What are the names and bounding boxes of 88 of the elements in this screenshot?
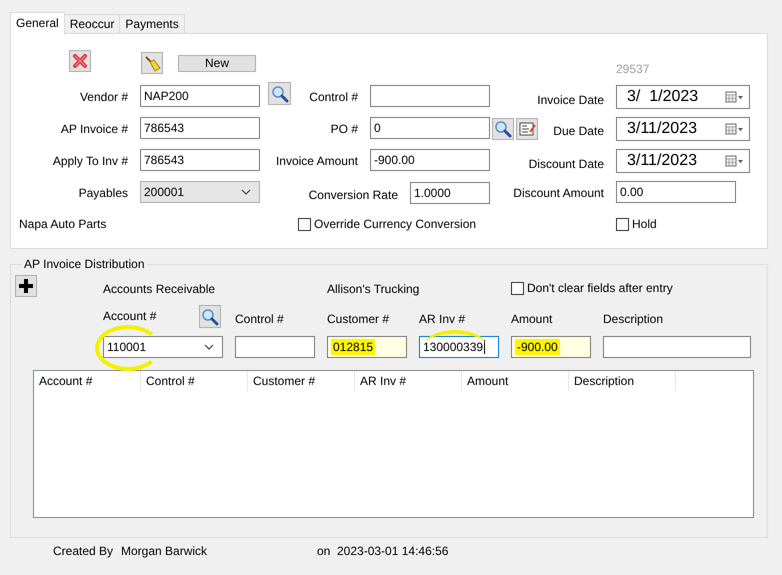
field-value: -900.00 — [515, 339, 560, 355]
field-label: Discount Amount — [513, 186, 605, 200]
input-field[interactable]: 130000339 — [419, 336, 499, 358]
input-field[interactable]: 0.00 — [616, 181, 736, 203]
field-label: Payables — [78, 186, 128, 200]
input-field[interactable]: -900.00 — [511, 336, 591, 358]
input-field[interactable] — [235, 336, 315, 358]
input-field[interactable] — [603, 336, 751, 358]
calendar-dropdown-icon — [725, 123, 743, 135]
field-label: Invoice Amount — [276, 154, 359, 168]
vendor-name: Napa Auto Parts — [18, 217, 108, 231]
input-field[interactable]: 012815 — [327, 336, 407, 358]
calendar-dropdown-icon — [725, 91, 743, 103]
checkbox-label: Override Currency Conversion — [314, 217, 476, 231]
dropdown-value: 200001 — [144, 185, 184, 199]
checkbox[interactable] — [616, 218, 629, 230]
column-label: Account # — [103, 308, 156, 322]
checkbox-label: Don't clear fields after entry — [527, 281, 673, 295]
input-field[interactable] — [370, 85, 490, 107]
checkbox[interactable] — [511, 282, 524, 294]
field-label: Control # — [309, 90, 358, 104]
creator-name: Morgan Barwick — [121, 544, 208, 558]
checkbox-label: Hold — [632, 217, 657, 231]
column-label: Control # — [235, 312, 285, 326]
field-label: Created By — [53, 544, 114, 558]
date-value: 3/11/2023 — [627, 152, 697, 170]
field-label: PO # — [330, 122, 359, 136]
text-cursor — [484, 340, 486, 354]
field-label: AP Invoice # — [60, 122, 128, 136]
tab[interactable]: General — [10, 12, 65, 34]
chevron-down-icon — [204, 344, 214, 350]
field-label: Due Date — [553, 124, 604, 138]
new-button[interactable]: New — [178, 54, 256, 72]
field-label: Conversion Rate — [308, 188, 398, 202]
column-label: AR Inv # — [419, 312, 466, 326]
column-label: Description — [603, 312, 664, 326]
column-header[interactable]: Amount — [462, 371, 569, 391]
input-field[interactable]: 1.0000 — [410, 182, 490, 204]
date-picker[interactable]: 3/11/2023 — [616, 117, 750, 141]
date-picker[interactable]: 3/11/2023 — [616, 149, 750, 173]
input-field[interactable]: 786543 — [140, 117, 260, 139]
field-label: on — [317, 544, 332, 558]
search-button[interactable] — [492, 118, 514, 140]
dropdown[interactable]: 110001 — [103, 336, 223, 358]
field-label: Apply To Inv # — [52, 154, 128, 168]
field-value: 012815 — [331, 339, 376, 355]
date-value: 3/11/2023 — [627, 120, 697, 138]
column-label: Amount — [511, 312, 554, 326]
search-button[interactable] — [199, 305, 221, 328]
group-title: AP Invoice Distribution — [23, 257, 146, 271]
created-timestamp: 2023-03-01 14:46:56 — [337, 544, 448, 558]
search-icon — [270, 84, 288, 102]
checkbox[interactable] — [298, 218, 311, 230]
column-header[interactable]: Control # — [141, 371, 248, 391]
input-field[interactable]: 0 — [370, 117, 490, 139]
search-icon — [494, 120, 512, 138]
dropdown-value: 110001 — [107, 340, 146, 354]
column-header[interactable]: Customer # — [248, 371, 355, 391]
document-edit-icon — [518, 120, 536, 138]
broom-icon — [143, 54, 161, 72]
field-label: Discount Date — [528, 156, 605, 170]
add-button[interactable] — [15, 275, 37, 297]
date-value: 3/ 1/2023 — [627, 88, 698, 106]
clear-button[interactable] — [141, 52, 163, 74]
search-icon — [201, 308, 219, 326]
input-field[interactable]: NAP200 — [140, 85, 260, 107]
purchase-order-button[interactable] — [516, 118, 538, 140]
input-field[interactable]: 786543 — [140, 149, 260, 171]
chevron-down-icon — [241, 189, 251, 195]
delete-icon — [71, 52, 89, 70]
date-picker[interactable]: 3/ 1/2023 — [616, 85, 750, 109]
column-header[interactable]: Description — [569, 371, 676, 391]
calendar-dropdown-icon — [725, 155, 743, 167]
column-header[interactable]: Account # — [34, 371, 141, 391]
tab[interactable]: Payments — [119, 14, 185, 33]
delete-button[interactable] — [69, 50, 91, 72]
input-field[interactable]: -900.00 — [370, 149, 490, 171]
column-header[interactable]: AR Inv # — [355, 371, 462, 391]
account-name: Accounts Receivable — [103, 282, 216, 296]
search-button[interactable] — [268, 82, 291, 105]
customer-name: Allison's Trucking — [327, 282, 420, 296]
column-label: Customer # — [327, 312, 390, 326]
field-label: Vendor # — [80, 90, 128, 104]
plus-icon — [17, 277, 35, 295]
record-number: 29537 — [616, 62, 650, 76]
field-label: Invoice Date — [537, 92, 605, 106]
dropdown[interactable]: 200001 — [140, 181, 260, 203]
field-value: 130000339 — [423, 340, 484, 354]
